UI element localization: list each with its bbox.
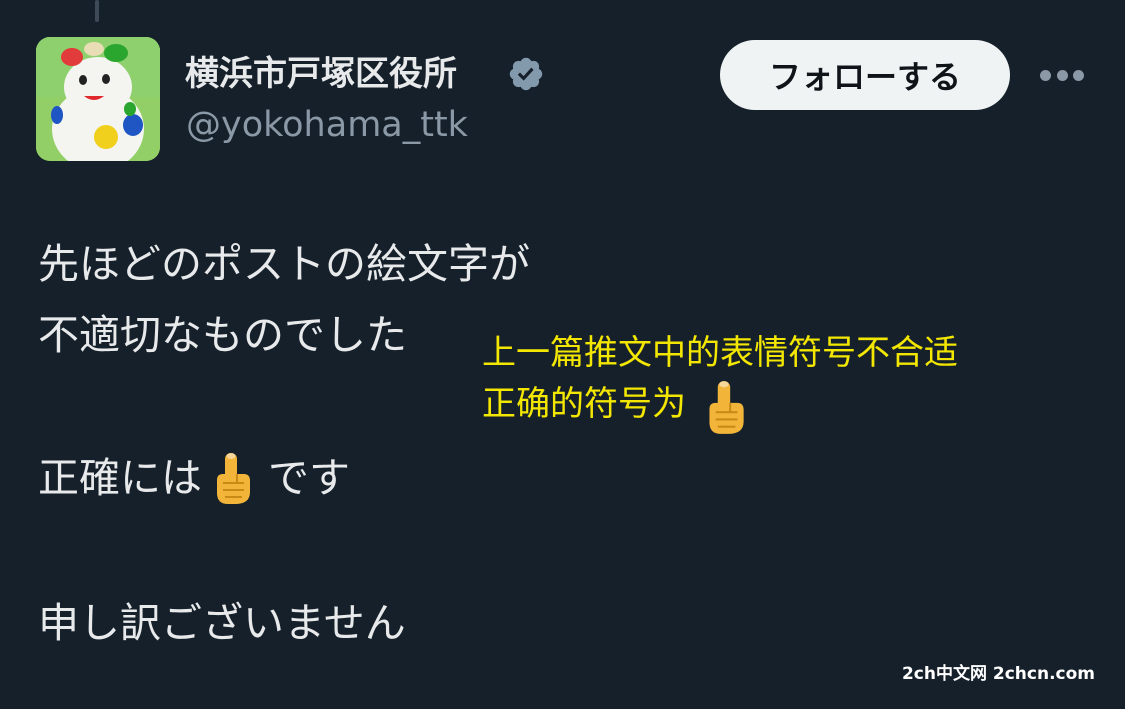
index-pointing-up-emoji-icon — [700, 378, 750, 436]
watermark: 2ch中文网 2chcn.com — [901, 664, 1095, 684]
avatar-mascot-image — [36, 37, 160, 161]
tweet-text-line-3-after: です — [268, 454, 350, 502]
tweet-text-line-4: 申し訳ございません — [38, 599, 406, 647]
translation-caption-line-2-text: 正确的符号为 — [482, 384, 686, 424]
display-name[interactable]: 横浜市戸塚区役所 — [185, 48, 457, 100]
translation-caption-line-2: 正确的符号为 — [482, 381, 750, 436]
translation-caption-line-1: 上一篇推文中的表情符号不合适 — [482, 333, 958, 373]
user-handle[interactable]: @yokohama_ttk — [186, 103, 468, 147]
tweet-text-line-3-before: 正確には — [38, 454, 202, 502]
index-pointing-up-emoji-icon — [208, 450, 256, 506]
more-options-icon[interactable] — [1040, 68, 1084, 82]
verified-badge-icon — [507, 55, 545, 93]
follow-button[interactable]: フォローする — [720, 40, 1010, 110]
tweet-text-line-2: 不適切なものでした — [38, 311, 407, 359]
avatar[interactable] — [36, 37, 160, 161]
tweet-text-line-3: 正確には です — [38, 450, 350, 506]
tweet-text-line-1: 先ほどのポストの絵文字が — [38, 240, 530, 288]
thread-connector-line — [95, 0, 99, 22]
